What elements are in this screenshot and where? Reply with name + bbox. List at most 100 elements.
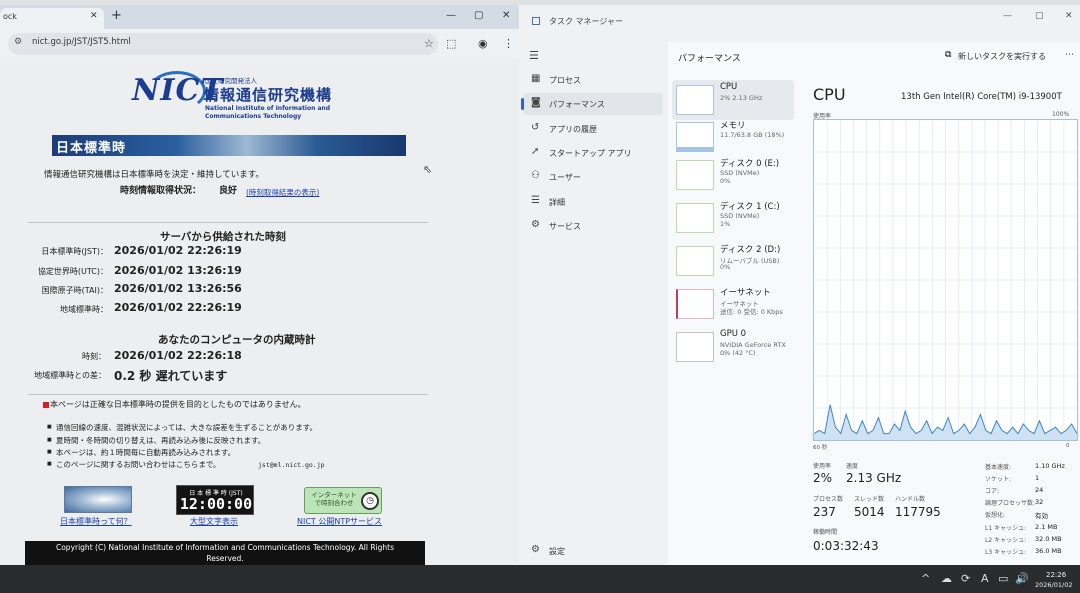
- jst-info-image[interactable]: [64, 486, 132, 513]
- perf-item-ethernet[interactable]: イーサネット イーサネット 送信: 0 受信: 0 Kbps: [672, 284, 794, 324]
- ethernet-thumbnail: [676, 289, 714, 319]
- spec-label: L2 キャッシュ:: [985, 537, 1027, 544]
- minimize-button[interactable]: —: [446, 10, 456, 21]
- note-item: 通信回線の速度、混雑状況によっては、大きな誤差を生ずることがあります。: [47, 422, 317, 433]
- browser-tab-strip: ock ✕ + — ▢ ✕: [0, 5, 519, 29]
- cpu-usage-graph-svg: [813, 120, 1078, 440]
- nav-settings[interactable]: ⚙ 設定: [523, 540, 663, 562]
- ntp-service-link[interactable]: NICT 公開NTPサービス: [297, 516, 382, 527]
- spec-value: 1: [1035, 474, 1040, 482]
- spec-value: 32: [1035, 498, 1044, 506]
- new-tab-button[interactable]: +: [111, 8, 122, 23]
- more-options-icon[interactable]: ⋯: [1065, 50, 1074, 60]
- nav-processes[interactable]: ▦ プロセス: [523, 69, 663, 91]
- sync-icon[interactable]: ⟳: [961, 572, 970, 585]
- extensions-icon[interactable]: ⬚: [446, 37, 456, 50]
- details-icon: ☰: [531, 195, 540, 206]
- close-window-button[interactable]: ✕: [1065, 11, 1073, 21]
- local-std-label: 地域標準時：: [60, 305, 108, 314]
- page-title: 日本標準時: [56, 141, 127, 156]
- profile-icon[interactable]: ◉: [478, 37, 488, 50]
- ntp-banner[interactable]: インターネットで時刻合わせ ◷: [304, 487, 382, 514]
- large-display-link[interactable]: 大型文字表示: [190, 516, 238, 527]
- minimize-button[interactable]: —: [1003, 11, 1012, 21]
- bookmark-star-icon[interactable]: ☆: [424, 37, 434, 50]
- page-banner: 日本標準時: [52, 135, 406, 156]
- browser-menu-icon[interactable]: ⋮: [503, 37, 514, 50]
- perf-item-disk0[interactable]: ディスク 0 (E:) SSD (NVMe) 0%: [672, 155, 794, 195]
- thread-count-label: スレッド数: [854, 496, 885, 503]
- logo-english-line1: National Institute of Information and: [205, 105, 331, 112]
- large-clock-banner[interactable]: 日 本 標 準 時 (JST) 12:00:00: [176, 485, 254, 515]
- nav-details[interactable]: ☰ 詳細: [523, 191, 663, 213]
- disk-thumbnail: [676, 246, 714, 276]
- desktop-screen: ock ✕ + — ▢ ✕ ⚙ nict.go.jp/JST/JST5.html…: [0, 0, 1080, 593]
- maximize-button[interactable]: ▢: [474, 10, 483, 21]
- thread-count-value: 5014: [854, 505, 885, 519]
- services-icon: ⚙: [531, 219, 540, 230]
- nav-services[interactable]: ⚙ サービス: [523, 215, 663, 237]
- browser-window: ock ✕ + — ▢ ✕ ⚙ nict.go.jp/JST/JST5.html…: [0, 5, 519, 565]
- copyright-line1: Copyright (C) National Institute of Info…: [55, 543, 395, 552]
- status-detail-link[interactable]: (時刻取得結果の表示): [246, 187, 319, 198]
- run-new-task-button[interactable]: 新しいタスクを実行する: [958, 51, 1046, 62]
- divider: [28, 222, 428, 223]
- nav-app-history[interactable]: ↺ アプリの履歴: [523, 118, 663, 140]
- taskbar-clock-time[interactable]: 22:26: [1046, 571, 1066, 579]
- address-bar[interactable]: ⚙ nict.go.jp/JST/JST5.html ☆: [8, 33, 438, 55]
- panel-title: パフォーマンス: [678, 54, 741, 64]
- perf-item-value: 送信: 0 受信: 0 Kbps: [720, 308, 783, 316]
- close-window-button[interactable]: ✕: [502, 10, 510, 21]
- taskbar-clock-date[interactable]: 2026/01/02: [1035, 581, 1072, 589]
- clock-icon: ◷: [361, 492, 379, 510]
- perf-item-detail: SSD (NVMe): [720, 169, 760, 177]
- perf-item-memory[interactable]: メモリ 11.7/63.8 GB (18%): [672, 117, 794, 157]
- copyright-line2: Reserved.: [206, 554, 244, 563]
- cloud-icon[interactable]: ☁: [941, 572, 952, 585]
- memory-thumbnail: [676, 122, 714, 152]
- tab-close-icon[interactable]: ✕: [90, 11, 98, 21]
- perf-item-disk2[interactable]: ディスク 2 (D:) リムーバブル (USB) 0%: [672, 241, 794, 281]
- hamburger-menu-icon[interactable]: ☰: [529, 49, 539, 62]
- perf-item-disk1[interactable]: ディスク 1 (C:) SSD (NVMe) 1%: [672, 198, 794, 238]
- graph-time-span-label: 60 秒: [813, 445, 828, 451]
- url-text[interactable]: nict.go.jp/JST/JST5.html: [32, 37, 131, 47]
- spec-label: コア:: [985, 488, 1000, 495]
- tray-overflow-icon[interactable]: ^: [921, 572, 930, 585]
- browser-tab[interactable]: ock ✕: [0, 8, 104, 29]
- perf-item-detail: 11.7/63.8 GB (18%): [720, 131, 785, 139]
- perf-item-gpu[interactable]: GPU 0 NVIDIA GeForce RTX ... 0% (42 °C): [672, 327, 794, 367]
- note-item: 夏時間・冬時間の切り替えは、再読み込み後に反映されます。: [47, 435, 265, 446]
- utc-label: 協定世界時(UTC)：: [37, 267, 108, 276]
- gpu-thumbnail: [676, 332, 714, 362]
- network-icon[interactable]: ▭: [998, 572, 1008, 585]
- mouse-cursor-icon: ⇖: [423, 163, 433, 176]
- perf-item-cpu[interactable]: CPU 2% 2.13 GHz: [672, 80, 794, 120]
- spec-label: 論理プロセッサ数:: [985, 500, 1036, 507]
- jst-value: 2026/01/02 22:26:19: [114, 244, 242, 257]
- nav-label: パフォーマンス: [549, 100, 605, 109]
- nav-startup-apps[interactable]: ➚ スタートアップ アプリ: [523, 142, 663, 164]
- spec-label: ソケット:: [985, 476, 1012, 483]
- ime-indicator[interactable]: A: [981, 572, 989, 585]
- taskbar: ^ ☁ ⟳ A ▭ 🔊 22:26 2026/01/02: [0, 565, 1080, 593]
- nav-performance[interactable]: ◙ パフォーマンス: [521, 93, 663, 115]
- window-title: タスク マネージャー: [549, 17, 623, 26]
- speed-stat-value: 2.13 GHz: [846, 471, 902, 485]
- site-info-icon[interactable]: ⚙: [14, 37, 22, 47]
- nav-label: サービス: [549, 222, 581, 231]
- tai-label: 国際原子時(TAI)：: [41, 286, 108, 295]
- volume-icon[interactable]: 🔊: [1015, 572, 1029, 585]
- maximize-button[interactable]: ▢: [1035, 11, 1044, 21]
- handle-count-label: ハンドル数: [895, 496, 926, 503]
- note-item: 本ページは、約１時間毎に自動再読み込みされます。: [47, 447, 235, 458]
- disk-thumbnail: [676, 160, 714, 190]
- what-is-jst-link[interactable]: 日本標準時って何？: [60, 516, 132, 527]
- processes-icon: ▦: [531, 73, 541, 84]
- status-value: 良好: [219, 186, 238, 196]
- spec-value: 36.0 MB: [1035, 547, 1062, 555]
- nav-users[interactable]: ⚇ ユーザー: [523, 166, 663, 188]
- perf-item-value: 0% (42 °C): [720, 349, 756, 357]
- task-manager-app-icon: [532, 17, 540, 25]
- cpu-heading: CPU: [813, 85, 846, 104]
